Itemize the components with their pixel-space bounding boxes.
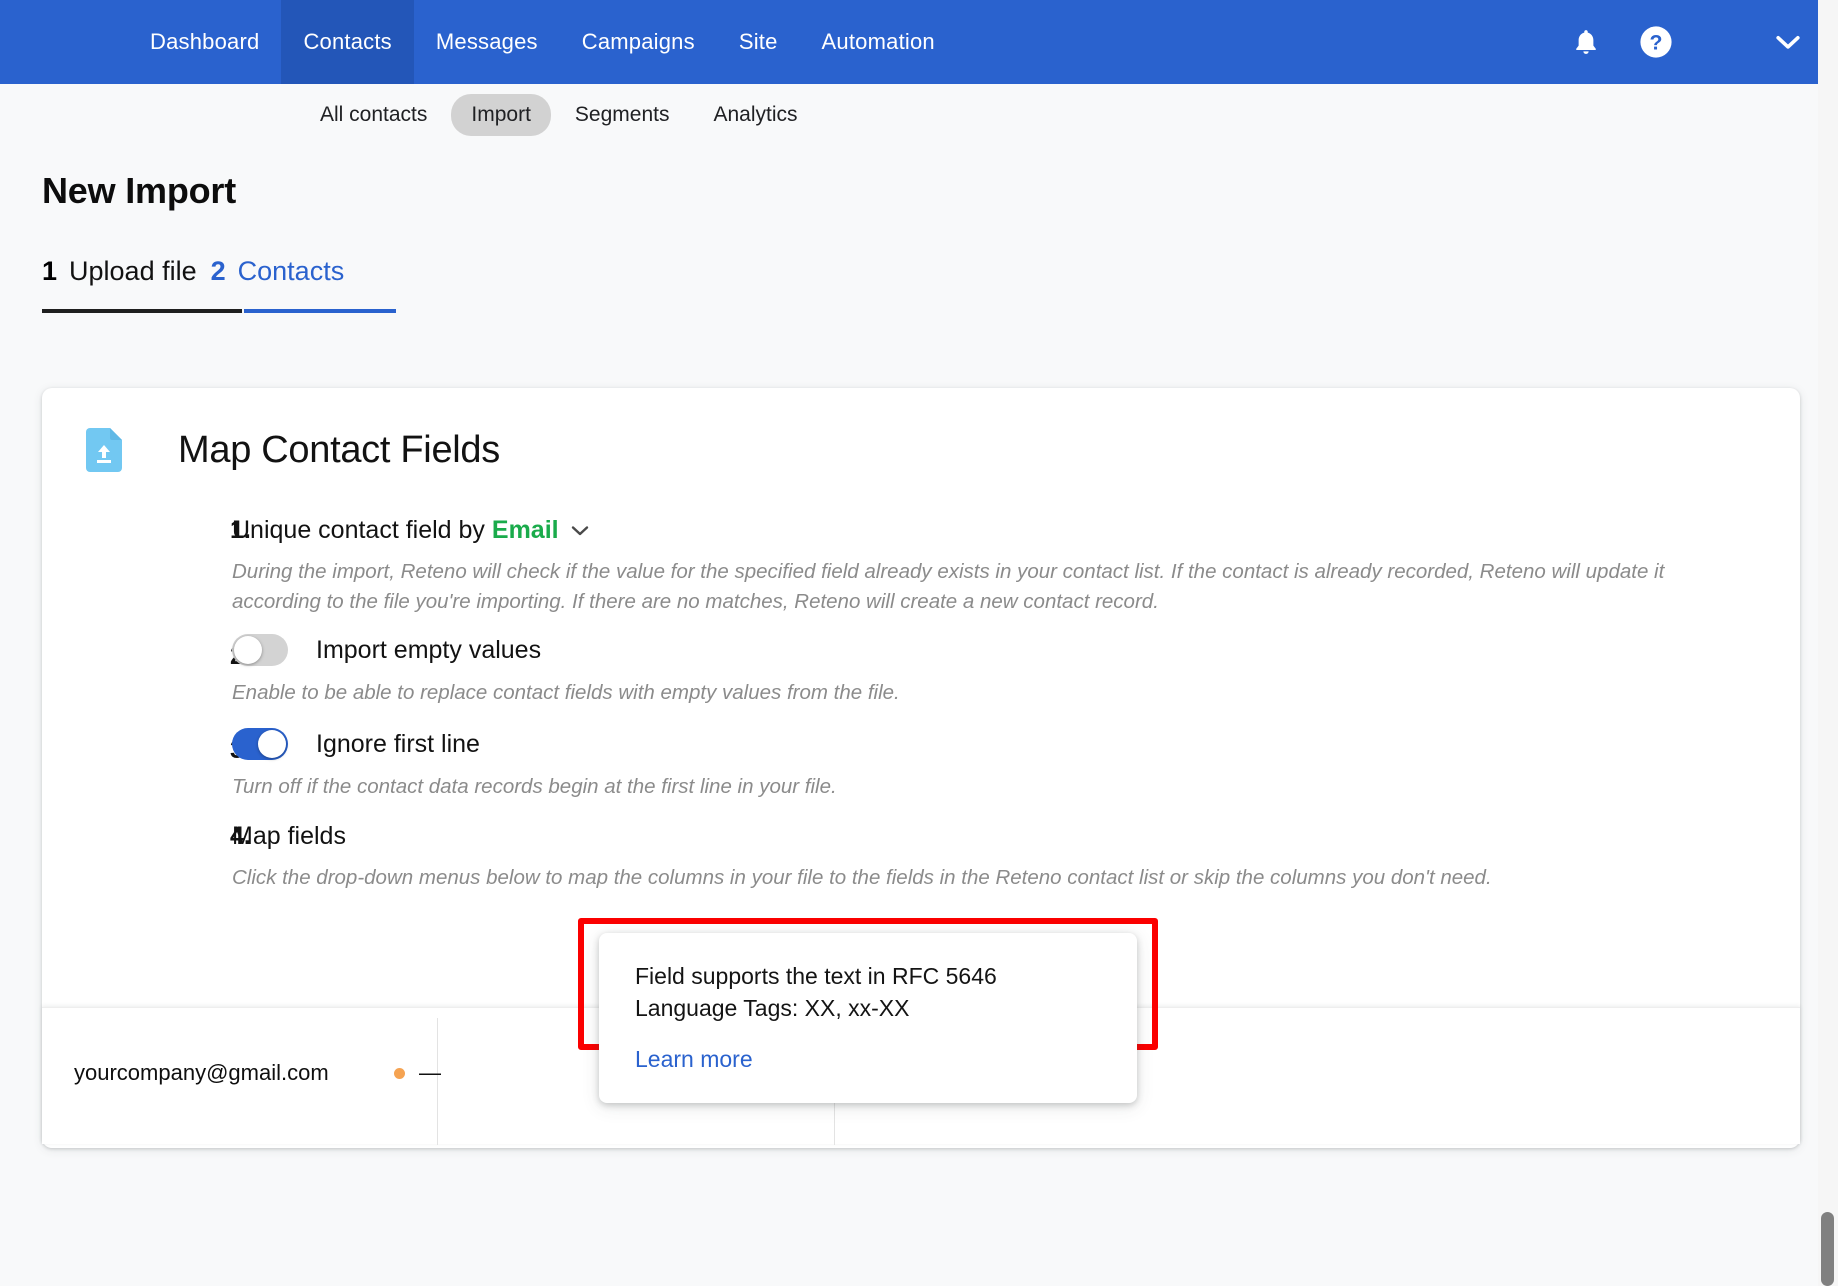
step-underline-upload-file	[42, 309, 242, 313]
card-header: Map Contact Fields	[86, 428, 500, 472]
status-dot-icon	[394, 1067, 405, 1079]
map-step-1: 1. Unique contact field by Email During …	[42, 516, 1800, 616]
contacts-subnav: All contacts Import Segments Analytics	[0, 84, 1838, 146]
nav-label: Campaigns	[581, 29, 695, 54]
step-number: 1	[42, 256, 58, 286]
toggle-knob	[258, 730, 286, 759]
nav-item-contacts[interactable]: Contacts	[281, 0, 414, 84]
subnav-items: All contacts Import Segments Analytics	[300, 94, 818, 136]
import-empty-values-label: Import empty values	[316, 635, 542, 664]
unique-contact-field-row: Unique contact field by Email	[232, 516, 1800, 545]
nav-item-site[interactable]: Site	[717, 0, 800, 84]
card-title: Map Contact Fields	[178, 428, 500, 471]
notifications-bell-icon	[1576, 30, 1596, 54]
nav-label: Site	[738, 29, 778, 54]
preview-cell-text: —	[419, 1060, 441, 1085]
map-steps-list: 1. Unique contact field by Email During …	[42, 516, 1800, 893]
map-step-2-description: Enable to be able to replace contact fie…	[232, 681, 900, 705]
vertical-scrollbar-track[interactable]	[1818, 0, 1838, 1286]
nav-item-messages[interactable]: Messages	[414, 0, 560, 84]
subnav-item-segments[interactable]: Segments	[555, 94, 690, 136]
page-title: New Import	[42, 170, 237, 211]
tooltip-learn-more-link[interactable]: Learn more	[635, 1046, 753, 1073]
step-label: Upload file	[69, 256, 197, 286]
notifications-button[interactable]	[1558, 14, 1614, 70]
toggle-knob	[234, 636, 262, 665]
subnav-item-analytics[interactable]: Analytics	[693, 94, 817, 136]
nav-item-dashboard[interactable]: Dashboard	[128, 0, 281, 84]
map-step-3-description: Turn off if the contact data records beg…	[232, 775, 837, 799]
language-field-tooltip: Field supports the text in RFC 5646 Lang…	[599, 933, 1137, 1104]
chevron-down-icon[interactable]	[570, 524, 590, 537]
top-navigation-bar: Dashboard Contacts Messages Campaigns Si…	[0, 0, 1838, 84]
nav-label: Automation	[821, 29, 935, 54]
ignore-first-line-row: Ignore first line	[232, 728, 1800, 761]
preview-cell-text: yourcompany@gmail.com	[74, 1060, 329, 1085]
preview-cell-phone: —	[394, 1060, 441, 1086]
map-step-3: 3. Ignore first line Turn off if the con…	[42, 728, 1800, 802]
map-step-number: 1.	[230, 516, 251, 544]
step-label: Contacts	[237, 256, 345, 286]
map-step-2: 2. Import empty values Enable to be able…	[42, 634, 1800, 708]
ignore-first-line-toggle[interactable]	[232, 728, 288, 761]
page-body: New Import 1 Upload file 2 Contacts Map …	[0, 146, 1838, 1286]
nav-item-campaigns[interactable]: Campaigns	[560, 0, 717, 84]
svg-text:?: ?	[1650, 30, 1663, 54]
nav-item-automation[interactable]: Automation	[800, 0, 957, 84]
step-tab-upload-file[interactable]: 1 Upload file	[42, 256, 211, 313]
map-step-4: 4. Map fields Click the drop-down menus …	[42, 822, 1800, 893]
nav-label: Messages	[435, 29, 538, 54]
subnav-item-all-contacts[interactable]: All contacts	[300, 94, 447, 136]
import-step-tabs: 1 Upload file 2 Contacts	[42, 256, 396, 313]
ignore-first-line-label: Ignore first line	[316, 729, 480, 758]
vertical-scrollbar-thumb[interactable]	[1821, 1212, 1834, 1286]
preview-cell-email: yourcompany@gmail.com	[74, 1060, 329, 1086]
unique-contact-field-label: Unique contact field by	[232, 516, 485, 544]
map-step-number: 4.	[230, 821, 251, 850]
nav-label: Contacts	[303, 29, 392, 54]
top-nav-right-icons: ?	[1558, 0, 1838, 84]
map-step-1-description: During the import, Reteno will check if …	[232, 560, 1665, 613]
unique-contact-field-value[interactable]: Email	[492, 516, 559, 545]
account-chevron-down-icon[interactable]	[1774, 33, 1802, 51]
step-tab-contacts[interactable]: 2 Contacts	[211, 256, 359, 313]
help-circle-icon: ?	[1640, 26, 1672, 58]
map-fields-row: Map fields	[232, 822, 1800, 851]
nav-label: Dashboard	[150, 29, 260, 54]
subnav-item-import[interactable]: Import	[451, 94, 551, 136]
tooltip-line-1: Field supports the text in RFC 5646	[635, 963, 997, 989]
step-number: 2	[210, 256, 226, 286]
map-step-4-description: Click the drop-down menus below to map t…	[232, 865, 1492, 889]
import-empty-values-row: Import empty values	[232, 634, 1800, 667]
help-button[interactable]: ?	[1628, 14, 1684, 70]
import-empty-values-toggle[interactable]	[232, 634, 288, 667]
tooltip-line-2: Language Tags: XX, xx-XX	[635, 994, 910, 1021]
file-upload-icon	[86, 428, 122, 472]
top-nav-items: Dashboard Contacts Messages Campaigns Si…	[128, 0, 957, 84]
step-underline-contacts	[244, 309, 396, 313]
